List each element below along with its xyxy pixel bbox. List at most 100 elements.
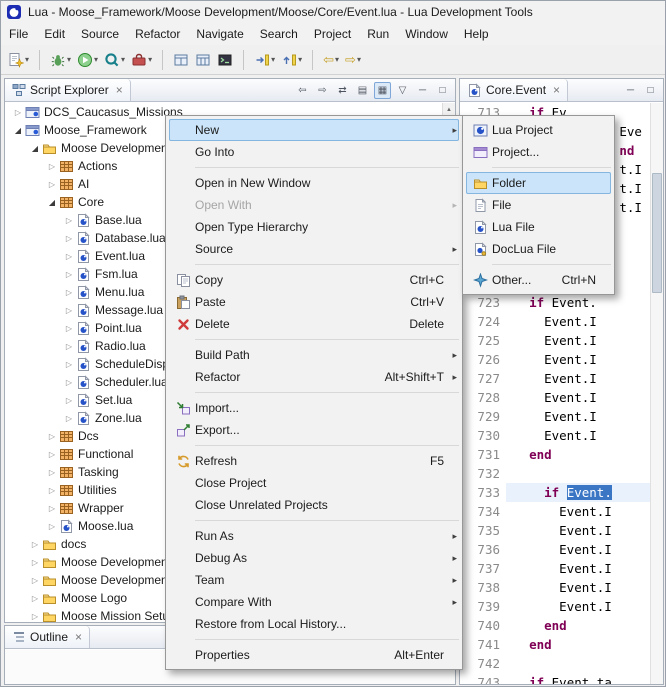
collapsed-tree-arrow-icon[interactable]: ▷ [62,252,76,261]
context-menu-item-close-unrelated-projects[interactable]: Close Unrelated Projects [169,494,459,516]
code-line-737[interactable]: 737 Event.I [460,559,650,578]
close-icon[interactable]: × [116,83,123,97]
next-annotation-button[interactable]: ▾ [278,48,305,72]
context-menu-item-properties[interactable]: PropertiesAlt+Enter [169,644,459,666]
code-line-734[interactable]: 734 Event.I [460,502,650,521]
code-line-733[interactable]: 733 if Event. [460,483,650,502]
menubar-item-project[interactable]: Project [306,24,359,44]
open-element-button[interactable] [192,48,214,72]
tab-script-explorer[interactable]: Script Explorer × [5,79,131,101]
code-line-740[interactable]: 740 end [460,616,650,635]
new-submenu-item-lua-project[interactable]: Lua Project [466,119,611,141]
forward-button[interactable]: ⇨▾ [342,48,364,72]
context-menu-item-refactor[interactable]: RefactorAlt+Shift+T▸ [169,366,459,388]
code-line-725[interactable]: 725 Event.I [460,331,650,350]
collapsed-tree-arrow-icon[interactable]: ▷ [28,540,42,549]
new-submenu-item-lua-file[interactable]: Lua File [466,216,611,238]
code-line-727[interactable]: 727 Event.I [460,369,650,388]
context-menu-item-team[interactable]: Team▸ [169,569,459,591]
menubar-item-edit[interactable]: Edit [36,24,73,44]
menubar-item-source[interactable]: Source [73,24,127,44]
minimize-icon[interactable]: ─ [414,82,431,99]
new-submenu-item-file[interactable]: File [466,194,611,216]
link-editor-icon[interactable]: ⇄ [334,82,351,99]
context-menu-item-build-path[interactable]: Build Path▸ [169,344,459,366]
collapsed-tree-arrow-icon[interactable]: ▷ [62,378,76,387]
last-edit-location-button[interactable]: ▾ [251,48,278,72]
code-line-728[interactable]: 728 Event.I [460,388,650,407]
expanded-tree-arrow-icon[interactable]: ◢ [11,126,25,135]
new-wizard-button[interactable]: ▾ [5,48,32,72]
collapsed-tree-arrow-icon[interactable]: ▷ [62,216,76,225]
minimize-icon[interactable]: ─ [622,82,639,99]
new-table-button[interactable] [170,48,192,72]
expanded-tree-arrow-icon[interactable]: ◢ [28,144,42,153]
code-line-731[interactable]: 731 end [460,445,650,464]
close-icon[interactable]: × [75,630,82,644]
collapsed-tree-arrow-icon[interactable]: ▷ [45,504,59,513]
collapsed-tree-arrow-icon[interactable]: ▷ [62,270,76,279]
context-menu-item-delete[interactable]: DeleteDelete [169,313,459,335]
code-line-742[interactable]: 742 [460,654,650,673]
code-line-735[interactable]: 735 Event.I [460,521,650,540]
collapsed-tree-arrow-icon[interactable]: ▷ [11,108,25,117]
editor-scrollbar[interactable] [650,103,663,684]
forward-icon[interactable]: ⇨ [314,82,331,99]
code-line-739[interactable]: 739 Event.I [460,597,650,616]
collapsed-tree-arrow-icon[interactable]: ▷ [28,612,42,621]
menubar-item-file[interactable]: File [1,24,36,44]
layout-flat-icon[interactable]: ▤ [354,82,371,99]
collapsed-tree-arrow-icon[interactable]: ▷ [62,396,76,405]
context-menu-item-go-into[interactable]: Go Into [169,141,459,163]
close-icon[interactable]: × [553,83,560,97]
menubar-item-navigate[interactable]: Navigate [188,24,251,44]
external-tools-button[interactable]: ▾ [128,48,155,72]
collapsed-tree-arrow-icon[interactable]: ▷ [28,576,42,585]
layout-hier-icon[interactable]: ▦ [374,82,391,99]
expanded-tree-arrow-icon[interactable]: ◢ [45,198,59,207]
context-menu-item-refresh[interactable]: RefreshF5 [169,450,459,472]
debug-button[interactable]: ▾ [47,48,74,72]
menubar-item-run[interactable]: Run [359,24,397,44]
back-button[interactable]: ⇦▾ [320,48,342,72]
maximize-icon[interactable]: □ [642,82,659,99]
profile-button[interactable]: ▾ [101,48,128,72]
menubar-item-help[interactable]: Help [456,24,497,44]
context-menu-item-export[interactable]: Export... [169,419,459,441]
collapsed-tree-arrow-icon[interactable]: ▷ [62,360,76,369]
collapsed-tree-arrow-icon[interactable]: ▷ [45,450,59,459]
code-line-738[interactable]: 738 Event.I [460,578,650,597]
tab-core-event[interactable]: Core.Event × [460,79,568,101]
new-submenu-item-doclua-file[interactable]: DocLua File [466,238,611,260]
collapsed-tree-arrow-icon[interactable]: ▷ [45,522,59,531]
context-menu-item-paste[interactable]: PasteCtrl+V [169,291,459,313]
back-icon[interactable]: ⇦ [294,82,311,99]
context-menu-item-close-project[interactable]: Close Project [169,472,459,494]
collapsed-tree-arrow-icon[interactable]: ▷ [45,180,59,189]
code-line-736[interactable]: 736 Event.I [460,540,650,559]
collapsed-tree-arrow-icon[interactable]: ▷ [62,324,76,333]
context-menu-item-copy[interactable]: CopyCtrl+C [169,269,459,291]
code-line-726[interactable]: 726 Event.I [460,350,650,369]
collapsed-tree-arrow-icon[interactable]: ▷ [45,162,59,171]
code-line-741[interactable]: 741 end [460,635,650,654]
code-line-729[interactable]: 729 Event.I [460,407,650,426]
collapsed-tree-arrow-icon[interactable]: ▷ [28,558,42,567]
new-submenu-item-folder[interactable]: Folder [466,172,611,194]
menubar-item-refactor[interactable]: Refactor [127,24,188,44]
context-menu-item-import[interactable]: Import... [169,397,459,419]
context-menu-item-open-type-hierarchy[interactable]: Open Type Hierarchy [169,216,459,238]
context-menu-item-run-as[interactable]: Run As▸ [169,525,459,547]
maximize-icon[interactable]: □ [434,82,451,99]
context-menu-item-source[interactable]: Source▸ [169,238,459,260]
new-submenu-item-project[interactable]: Project... [466,141,611,163]
collapsed-tree-arrow-icon[interactable]: ▷ [62,306,76,315]
code-line-723[interactable]: 723 if Event. [460,293,650,312]
context-menu-item-restore-from-local-history[interactable]: Restore from Local History... [169,613,459,635]
context-menu-item-debug-as[interactable]: Debug As▸ [169,547,459,569]
collapsed-tree-arrow-icon[interactable]: ▷ [62,342,76,351]
context-menu-item-compare-with[interactable]: Compare With▸ [169,591,459,613]
run-button[interactable]: ▾ [74,48,101,72]
code-line-730[interactable]: 730 Event.I [460,426,650,445]
menubar-item-window[interactable]: Window [397,24,456,44]
